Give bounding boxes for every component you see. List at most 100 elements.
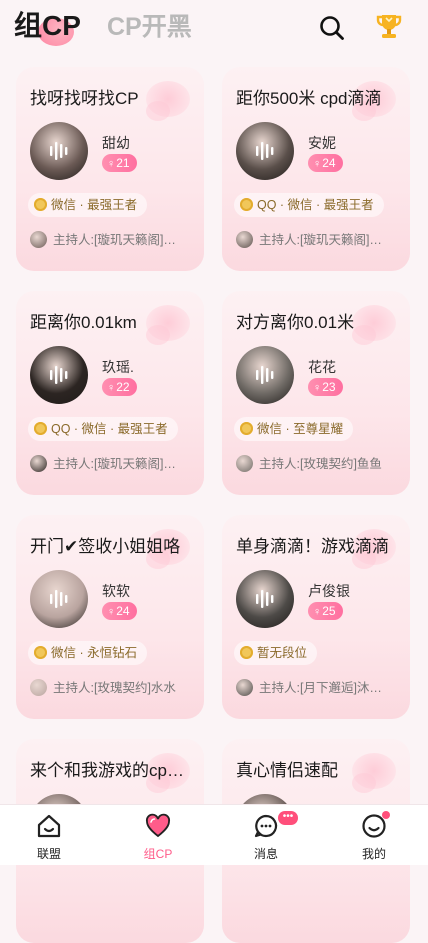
bottom-nav: 联盟 组CP ••• 消息 我的 [0, 804, 428, 865]
nav-label-wode: 我的 [361, 847, 386, 861]
nav-item-lianmeng[interactable]: 联盟 [9, 805, 89, 865]
female-icon: ♀ [313, 382, 322, 394]
tag-pill: 微信 · 至尊星耀 [234, 417, 354, 441]
coin-icon [34, 646, 47, 659]
profile-dot-badge [382, 811, 390, 819]
tag-text: 暂无段位 [257, 646, 308, 660]
message-icon [254, 814, 278, 838]
host-row: 主持人:[玫瑰契约]水水 [30, 679, 195, 697]
tag-pill: 微信 · 永恒钻石 [28, 641, 148, 665]
female-icon: ♀ [313, 606, 322, 618]
host-avatar [236, 455, 253, 472]
count-badge: ♀25 [308, 602, 343, 620]
host-row: 主持人:[璇玑天籁阁]… [30, 455, 195, 473]
count-badge: ♀22 [102, 378, 137, 396]
host-avatar [236, 679, 253, 696]
tag-pill: 暂无段位 [234, 641, 318, 665]
card-title: 距离你0.01km [30, 313, 137, 332]
card-title: 找呀找呀找CP [30, 89, 139, 108]
room-card[interactable]: 找呀找呀找CP 甜幼 ♀21 微信 · 最强王者主持人:[璇玑天籁阁]… [16, 67, 204, 271]
card-title: 开门✔签收小姐姐咯 [30, 537, 181, 556]
female-icon: ♀ [107, 158, 116, 170]
count-value: 23 [322, 380, 336, 394]
tag-pill: 微信 · 最强王者 [28, 193, 148, 217]
tag-text: QQ · 微信 · 最强王者 [257, 198, 374, 212]
avatar [30, 122, 88, 180]
message-badge: ••• [278, 811, 298, 825]
room-card[interactable]: 对方离你0.01米花花 ♀23 微信 · 至尊星耀主持人:[玫瑰契约]鱼鱼 [222, 291, 410, 495]
card-title: 距你500米 cpd滴滴 [236, 89, 382, 108]
count-badge: ♀21 [102, 154, 137, 172]
host-row: 主持人:[璇玑天籁阁]… [236, 231, 401, 249]
card-title: 来个和我游戏的cp搭子 [30, 761, 195, 780]
room-card[interactable]: 距离你0.01km 玖瑶. ♀22 QQ · 微信 · 最强王者 主持人:[璇玑天籁阁]… [16, 291, 204, 495]
female-icon: ♀ [107, 382, 116, 394]
tag-text: QQ · 微信 · 最强王者 [51, 422, 168, 436]
user-name: 安妮 [308, 135, 336, 151]
tag-pill: QQ · 微信 · 最强王者 [28, 417, 178, 441]
nav-label-lianmeng: 联盟 [36, 847, 61, 861]
room-card[interactable]: 单身滴滴！游戏滴滴卢俊银 ♀25 暂无段位主持人:[月下邂逅]沐… [222, 515, 410, 719]
host-avatar [236, 231, 253, 248]
avatar [236, 570, 294, 628]
room-card[interactable]: 开门✔签收小姐姐咯软软 ♀24 微信 · 永恒钻石主持人:[玫瑰契约]水水 [16, 515, 204, 719]
coin-icon [240, 646, 253, 659]
tab-zu-cp[interactable]: 组CP [14, 4, 81, 44]
trophy-icon[interactable] [373, 10, 405, 42]
host-text: 主持人:[玫瑰契约]鱼鱼 [259, 457, 382, 471]
host-avatar [30, 679, 47, 696]
coin-icon [34, 198, 47, 211]
coin-icon [240, 198, 253, 211]
card-title: 真心情侣速配 [236, 761, 338, 780]
tag-text: 微信 · 至尊星耀 [257, 422, 344, 436]
tab-cp-kaihei[interactable]: CP开黑 [107, 7, 192, 43]
host-text: 主持人:[玫瑰契约]水水 [53, 681, 176, 695]
female-icon: ♀ [107, 606, 116, 618]
count-value: 24 [116, 604, 130, 618]
user-name: 玖瑶. [102, 359, 134, 375]
host-row: 主持人:[月下邂逅]沐… [236, 679, 401, 697]
count-badge: ♀24 [308, 154, 343, 172]
host-text: 主持人:[璇玑天籁阁]… [259, 233, 382, 247]
avatar [30, 570, 88, 628]
nav-item-xiaoxi[interactable]: ••• 消息 [226, 805, 306, 865]
card-title: 单身滴滴！游戏滴滴 [236, 537, 389, 556]
female-icon: ♀ [313, 158, 322, 170]
count-value: 22 [116, 380, 130, 394]
user-name: 甜幼 [102, 135, 130, 151]
home-icon [37, 814, 61, 838]
voice-wave-icon [50, 142, 68, 160]
room-card[interactable]: 距你500米 cpd滴滴安妮 ♀24 QQ · 微信 · 最强王者 主持人:[璇玑天籁… [222, 67, 410, 271]
voice-wave-icon [50, 590, 68, 608]
voice-wave-icon [256, 142, 274, 160]
tag-text: 微信 · 永恒钻石 [51, 646, 138, 660]
host-avatar [30, 231, 47, 248]
nav-label-zu-cp: 组CP [143, 847, 173, 861]
tag-pill: QQ · 微信 · 最强王者 [234, 193, 384, 217]
avatar [236, 122, 294, 180]
host-text: 主持人:[璇玑天籁阁]… [53, 233, 176, 247]
coin-icon [240, 422, 253, 435]
count-badge: ♀24 [102, 602, 137, 620]
card-title: 对方离你0.01米 [236, 313, 355, 332]
header: 组CP CP开黑 [0, 0, 428, 60]
voice-wave-icon [256, 366, 274, 384]
host-text: 主持人:[璇玑天籁阁]… [53, 457, 176, 471]
user-name: 软软 [102, 583, 130, 599]
coin-icon [34, 422, 47, 435]
count-value: 25 [322, 604, 336, 618]
tag-text: 微信 · 最强王者 [51, 198, 138, 212]
avatar [30, 346, 88, 404]
nav-item-zu-cp[interactable]: 组CP [118, 805, 198, 865]
heart-icon [146, 813, 170, 838]
host-row: 主持人:[玫瑰契约]鱼鱼 [236, 455, 401, 473]
user-name: 卢俊银 [308, 583, 350, 599]
nav-item-wode[interactable]: 我的 [334, 805, 414, 865]
count-value: 21 [116, 156, 130, 170]
voice-wave-icon [50, 366, 68, 384]
voice-wave-icon [256, 590, 274, 608]
nav-label-xiaoxi: 消息 [253, 847, 278, 861]
search-icon[interactable] [318, 14, 346, 42]
user-name: 花花 [308, 359, 336, 375]
count-badge: ♀23 [308, 378, 343, 396]
